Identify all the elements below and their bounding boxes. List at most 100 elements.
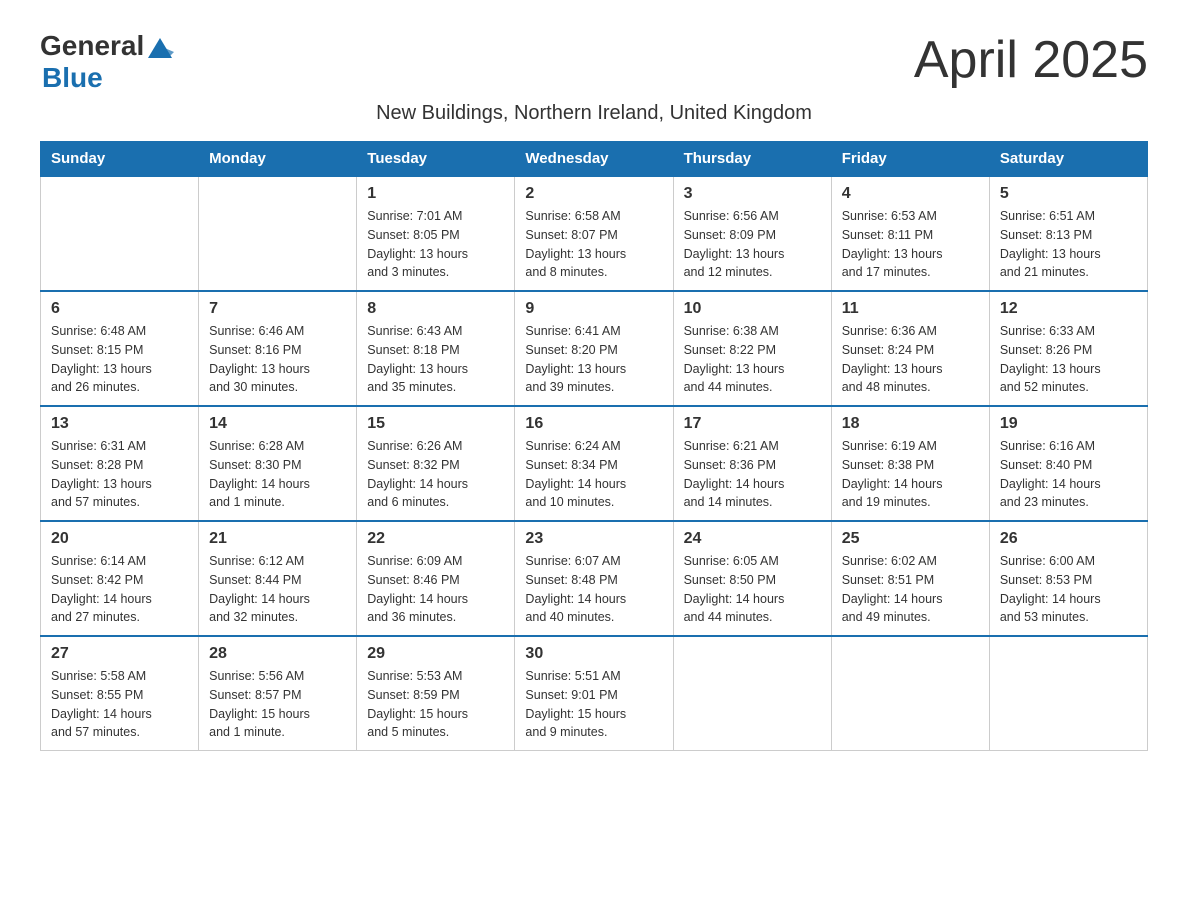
weekday-header-monday: Monday [199,142,357,177]
day-info: Sunrise: 5:58 AMSunset: 8:55 PMDaylight:… [51,667,188,742]
day-number: 8 [367,300,504,318]
calendar-cell: 9Sunrise: 6:41 AMSunset: 8:20 PMDaylight… [515,291,673,406]
day-number: 1 [367,185,504,203]
weekday-header-thursday: Thursday [673,142,831,177]
day-info: Sunrise: 6:07 AMSunset: 8:48 PMDaylight:… [525,552,662,627]
day-info: Sunrise: 6:36 AMSunset: 8:24 PMDaylight:… [842,322,979,397]
page-title: April 2025 [914,30,1148,90]
day-info: Sunrise: 6:05 AMSunset: 8:50 PMDaylight:… [684,552,821,627]
day-info: Sunrise: 6:56 AMSunset: 8:09 PMDaylight:… [684,207,821,282]
weekday-header-wednesday: Wednesday [515,142,673,177]
day-number: 18 [842,415,979,433]
day-info: Sunrise: 6:38 AMSunset: 8:22 PMDaylight:… [684,322,821,397]
calendar-cell: 17 Sunrise: 6:21 AMSunset: 8:36 PMDayligh… [673,406,831,521]
day-info: Sunrise: 6:58 AMSunset: 8:07 PMDaylight:… [525,207,662,282]
calendar-cell: 21 Sunrise: 6:12 AMSunset: 8:44 PMDayligh… [199,521,357,636]
calendar-cell [41,176,199,291]
calendar-cell: 13 Sunrise: 6:31 AMSunset: 8:28 PMDayligh… [41,406,199,521]
day-number: 21 [209,530,346,548]
calendar-cell: 30 Sunrise: 5:51 AMSunset: 9:01 PMDayligh… [515,636,673,751]
day-info: Sunrise: 6:51 AMSunset: 8:13 PMDaylight:… [1000,207,1137,282]
day-number: 14 [209,415,346,433]
day-info: Sunrise: 6:14 AMSunset: 8:42 PMDaylight:… [51,552,188,627]
weekday-header-tuesday: Tuesday [357,142,515,177]
calendar-cell: 15Sunrise: 6:26 AMSunset: 8:32 PMDayligh… [357,406,515,521]
calendar-cell [199,176,357,291]
calendar-week-1: 1Sunrise: 7:01 AMSunset: 8:05 PMDaylight… [41,176,1148,291]
day-number: 20 [51,530,188,548]
calendar-cell [831,636,989,751]
calendar-header: SundayMondayTuesdayWednesdayThursdayFrid… [41,142,1148,177]
day-number: 17 [684,415,821,433]
page-subtitle: New Buildings, Northern Ireland, United … [40,102,1148,125]
calendar-cell: 23 Sunrise: 6:07 AMSunset: 8:48 PMDayligh… [515,521,673,636]
day-info: Sunrise: 6:21 AMSunset: 8:36 PMDaylight:… [684,437,821,512]
day-info: Sunrise: 6:46 AMSunset: 8:16 PMDaylight:… [209,322,346,397]
calendar-week-2: 6 Sunrise: 6:48 AMSunset: 8:15 PMDaylight… [41,291,1148,406]
weekday-header-friday: Friday [831,142,989,177]
calendar-cell: 27Sunrise: 5:58 AMSunset: 8:55 PMDayligh… [41,636,199,751]
day-number: 22 [367,530,504,548]
day-info: Sunrise: 6:31 AMSunset: 8:28 PMDaylight:… [51,437,188,512]
calendar-cell: 16 Sunrise: 6:24 AMSunset: 8:34 PMDayligh… [515,406,673,521]
calendar-week-4: 20 Sunrise: 6:14 AMSunset: 8:42 PMDayligh… [41,521,1148,636]
day-number: 13 [51,415,188,433]
page-header: General Blue April 2025 [40,30,1148,94]
logo-blue-text: Blue [42,62,103,94]
calendar-week-3: 13 Sunrise: 6:31 AMSunset: 8:28 PMDayligh… [41,406,1148,521]
calendar-cell: 1Sunrise: 7:01 AMSunset: 8:05 PMDaylight… [357,176,515,291]
day-info: Sunrise: 6:24 AMSunset: 8:34 PMDaylight:… [525,437,662,512]
calendar-cell: 10 Sunrise: 6:38 AMSunset: 8:22 PMDayligh… [673,291,831,406]
day-info: Sunrise: 6:41 AMSunset: 8:20 PMDaylight:… [525,322,662,397]
day-info: Sunrise: 6:09 AMSunset: 8:46 PMDaylight:… [367,552,504,627]
calendar-cell: 12 Sunrise: 6:33 AMSunset: 8:26 PMDayligh… [989,291,1147,406]
day-number: 6 [51,300,188,318]
day-number: 25 [842,530,979,548]
day-info: Sunrise: 6:12 AMSunset: 8:44 PMDaylight:… [209,552,346,627]
day-number: 5 [1000,185,1137,203]
day-info: Sunrise: 5:51 AMSunset: 9:01 PMDaylight:… [525,667,662,742]
calendar-cell: 20 Sunrise: 6:14 AMSunset: 8:42 PMDayligh… [41,521,199,636]
calendar-cell: 6 Sunrise: 6:48 AMSunset: 8:15 PMDaylight… [41,291,199,406]
calendar-cell: 29Sunrise: 5:53 AMSunset: 8:59 PMDayligh… [357,636,515,751]
calendar-cell: 22 Sunrise: 6:09 AMSunset: 8:46 PMDayligh… [357,521,515,636]
day-number: 30 [525,645,662,663]
calendar-cell: 26Sunrise: 6:00 AMSunset: 8:53 PMDayligh… [989,521,1147,636]
calendar-cell: 2Sunrise: 6:58 AMSunset: 8:07 PMDaylight… [515,176,673,291]
calendar-cell: 18Sunrise: 6:19 AMSunset: 8:38 PMDayligh… [831,406,989,521]
day-info: Sunrise: 6:33 AMSunset: 8:26 PMDaylight:… [1000,322,1137,397]
day-number: 19 [1000,415,1137,433]
calendar-cell: 25 Sunrise: 6:02 AMSunset: 8:51 PMDayligh… [831,521,989,636]
calendar-cell: 8 Sunrise: 6:43 AMSunset: 8:18 PMDaylight… [357,291,515,406]
day-number: 12 [1000,300,1137,318]
weekday-header-row: SundayMondayTuesdayWednesdayThursdayFrid… [41,142,1148,177]
logo: General Blue [40,30,174,94]
calendar-cell: 14Sunrise: 6:28 AMSunset: 8:30 PMDayligh… [199,406,357,521]
calendar-cell: 24 Sunrise: 6:05 AMSunset: 8:50 PMDayligh… [673,521,831,636]
day-number: 11 [842,300,979,318]
weekday-header-sunday: Sunday [41,142,199,177]
day-info: Sunrise: 6:26 AMSunset: 8:32 PMDaylight:… [367,437,504,512]
day-number: 23 [525,530,662,548]
day-number: 3 [684,185,821,203]
day-number: 24 [684,530,821,548]
day-number: 16 [525,415,662,433]
day-info: Sunrise: 5:53 AMSunset: 8:59 PMDaylight:… [367,667,504,742]
day-info: Sunrise: 5:56 AMSunset: 8:57 PMDaylight:… [209,667,346,742]
day-info: Sunrise: 6:02 AMSunset: 8:51 PMDaylight:… [842,552,979,627]
day-number: 10 [684,300,821,318]
day-info: Sunrise: 6:48 AMSunset: 8:15 PMDaylight:… [51,322,188,397]
calendar-cell: 19 Sunrise: 6:16 AMSunset: 8:40 PMDayligh… [989,406,1147,521]
day-number: 28 [209,645,346,663]
logo-icon [146,32,174,60]
calendar-body: 1Sunrise: 7:01 AMSunset: 8:05 PMDaylight… [41,176,1148,751]
calendar-cell: 5 Sunrise: 6:51 AMSunset: 8:13 PMDaylight… [989,176,1147,291]
day-info: Sunrise: 6:16 AMSunset: 8:40 PMDaylight:… [1000,437,1137,512]
calendar-cell [673,636,831,751]
calendar-week-5: 27Sunrise: 5:58 AMSunset: 8:55 PMDayligh… [41,636,1148,751]
day-info: Sunrise: 6:53 AMSunset: 8:11 PMDaylight:… [842,207,979,282]
day-info: Sunrise: 6:43 AMSunset: 8:18 PMDaylight:… [367,322,504,397]
weekday-header-saturday: Saturday [989,142,1147,177]
calendar-cell: 28 Sunrise: 5:56 AMSunset: 8:57 PMDayligh… [199,636,357,751]
calendar-cell: 3 Sunrise: 6:56 AMSunset: 8:09 PMDaylight… [673,176,831,291]
